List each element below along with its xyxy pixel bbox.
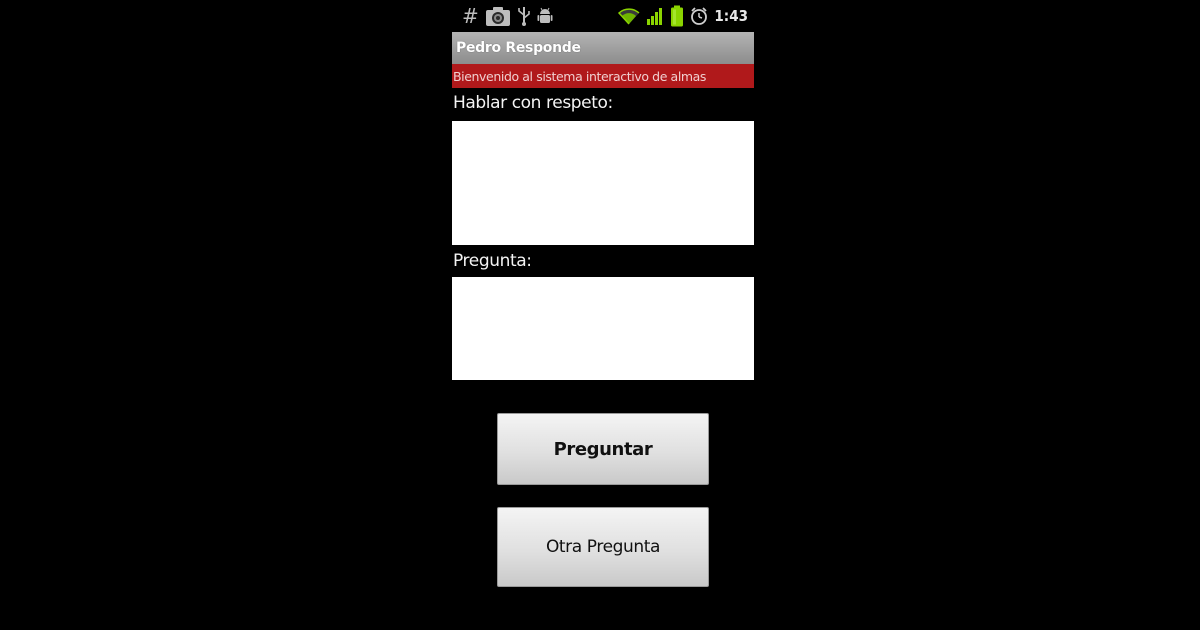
status-bar-clock: 1:43 (714, 7, 748, 25)
another-question-button[interactable]: Otra Pregunta (497, 507, 709, 587)
usb-icon (517, 5, 531, 27)
android-debug-icon (537, 6, 553, 26)
respect-input[interactable] (452, 121, 754, 245)
welcome-banner-text: Bienvenido al sistema interactivo de alm… (453, 68, 707, 84)
wifi-icon (618, 6, 640, 26)
welcome-banner: Bienvenido al sistema interactivo de alm… (452, 64, 754, 88)
hash-icon: # (462, 4, 479, 28)
ask-button[interactable]: Preguntar (497, 413, 709, 485)
ask-button-label: Preguntar (553, 438, 653, 460)
phone-screen: # 1:43 Pedro Responde Bienvenido al sist… (452, 0, 754, 630)
status-bar-notifications: # (462, 4, 553, 28)
alarm-clock-icon (690, 6, 708, 26)
status-bar: # 1:43 (452, 0, 754, 32)
respect-label: Hablar con respeto: (453, 93, 613, 113)
status-bar-system: 1:43 (618, 4, 748, 28)
question-input[interactable] (452, 277, 754, 380)
another-question-button-label: Otra Pregunta (545, 537, 661, 557)
app-title-bar: Pedro Responde (452, 32, 754, 64)
app-title: Pedro Responde (456, 40, 581, 56)
question-label: Pregunta: (453, 251, 532, 271)
battery-icon (670, 5, 684, 27)
signal-icon (646, 6, 664, 26)
camera-icon (485, 5, 511, 27)
